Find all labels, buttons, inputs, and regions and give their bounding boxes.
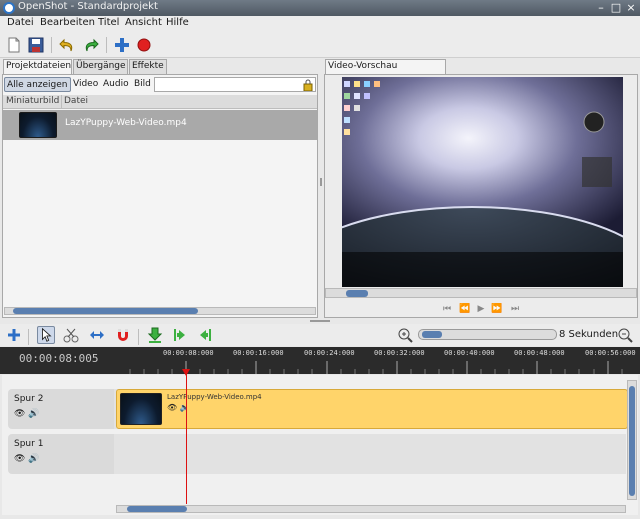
minimize-button[interactable]: – bbox=[594, 1, 608, 14]
filter-image-button[interactable]: Bild bbox=[132, 77, 153, 92]
resize-tool-icon[interactable] bbox=[88, 326, 106, 344]
track-lane-spur-1[interactable] bbox=[114, 434, 626, 474]
project-files-panel: Alle anzeigen Video Audio Bild Miniaturb… bbox=[2, 74, 318, 318]
scrollbar-thumb[interactable] bbox=[629, 386, 635, 496]
clip-thumbnail bbox=[120, 393, 162, 425]
zoom-slider-handle[interactable] bbox=[422, 331, 442, 338]
snapping-magnet-icon[interactable] bbox=[114, 326, 132, 344]
video-preview-panel: ⏮ ⏪ ▶ ⏩ ⏭ bbox=[324, 74, 638, 318]
track-name: Spur 2 bbox=[14, 394, 44, 404]
ruler-tick-label: 00:00:48:000 bbox=[514, 349, 565, 357]
toolbar-separator bbox=[28, 329, 29, 345]
file-list-item[interactable]: LazYPuppy-Web-Video.mp4 bbox=[3, 110, 317, 140]
zoom-slider[interactable] bbox=[418, 329, 557, 340]
tab-projektdateien[interactable]: Projektdateien bbox=[3, 59, 72, 74]
filter-bar: Alle anzeigen Video Audio Bild bbox=[3, 75, 317, 93]
ruler-tick-label: 00:00:16:000 bbox=[233, 349, 284, 357]
playhead-line[interactable] bbox=[186, 374, 187, 504]
fast-forward-icon[interactable]: ⏩ bbox=[491, 303, 503, 315]
ruler-tick-label: 00:00:24:000 bbox=[304, 349, 355, 357]
import-marker-icon[interactable] bbox=[146, 326, 164, 344]
track-controls: 👁 🔊 bbox=[14, 454, 40, 464]
preview-scrollbar[interactable] bbox=[325, 288, 637, 298]
zoom-level-label: 8 Sekunden bbox=[559, 329, 619, 340]
file-list-scrollbar[interactable] bbox=[4, 307, 316, 315]
track-controls: 👁 🔊 bbox=[14, 409, 40, 419]
filter-video-button[interactable]: Video bbox=[71, 77, 100, 92]
razor-tool-icon[interactable] bbox=[62, 326, 80, 344]
save-icon[interactable] bbox=[27, 36, 45, 54]
speaker-icon[interactable]: 🔊 bbox=[28, 409, 39, 419]
zoom-in-icon[interactable] bbox=[396, 326, 414, 344]
timeline-vertical-scrollbar[interactable] bbox=[627, 380, 637, 500]
file-thumbnail bbox=[19, 112, 57, 138]
maximize-button[interactable]: □ bbox=[609, 1, 623, 14]
menu-ansicht[interactable]: Ansicht bbox=[125, 17, 162, 28]
window-title: OpenShot - Standardprojekt bbox=[18, 1, 158, 12]
track-name: Spur 1 bbox=[14, 439, 44, 449]
splitter-handle[interactable] bbox=[310, 320, 330, 322]
scrollbar-thumb[interactable] bbox=[127, 506, 187, 512]
add-track-icon[interactable] bbox=[5, 326, 23, 344]
toolbar-separator bbox=[51, 37, 52, 53]
redo-icon[interactable] bbox=[82, 36, 100, 54]
clear-search-icon[interactable] bbox=[303, 79, 313, 91]
column-thumbnail[interactable]: Miniaturbild bbox=[6, 96, 59, 106]
toolbar-separator bbox=[106, 37, 107, 53]
select-tool-icon[interactable] bbox=[37, 326, 55, 344]
filter-audio-button[interactable]: Audio bbox=[101, 77, 131, 92]
column-file[interactable]: Datei bbox=[64, 96, 88, 106]
record-icon[interactable] bbox=[135, 36, 153, 54]
menu-hilfe[interactable]: Hilfe bbox=[166, 17, 189, 28]
openshot-app-icon[interactable] bbox=[3, 2, 15, 14]
next-marker-icon[interactable] bbox=[196, 326, 214, 344]
preview-scrubber[interactable] bbox=[346, 290, 368, 297]
search-input[interactable] bbox=[154, 77, 316, 92]
new-file-icon[interactable] bbox=[5, 36, 23, 54]
file-list-header: Miniaturbild Datei bbox=[3, 95, 317, 109]
jump-start-icon[interactable]: ⏮ bbox=[441, 303, 453, 315]
menu-titel[interactable]: Titel bbox=[98, 17, 119, 28]
visibility-eye-icon[interactable]: 👁 bbox=[167, 403, 177, 412]
track-header-spur-1[interactable]: Spur 1 👁 🔊 bbox=[8, 434, 114, 474]
tab-uebergaenge[interactable]: Übergänge bbox=[73, 59, 128, 74]
ruler-tick-label: 00:00:40:000 bbox=[444, 349, 495, 357]
toolbar-separator bbox=[138, 329, 139, 345]
timeline-clip[interactable]: LazYPuppy-Web-Video.mp4 👁 🔈 bbox=[116, 389, 628, 429]
file-name: LazYPuppy-Web-Video.mp4 bbox=[65, 118, 187, 128]
filter-all-button[interactable]: Alle anzeigen bbox=[4, 77, 71, 92]
ruler-tick-label: 00:00:32:000 bbox=[374, 349, 425, 357]
close-button[interactable]: × bbox=[624, 1, 638, 14]
track-header-spur-2[interactable]: Spur 2 👁 🔊 bbox=[8, 389, 114, 429]
main-toolbar bbox=[0, 32, 640, 58]
zoom-out-icon[interactable] bbox=[616, 326, 634, 344]
menu-datei[interactable]: Datei bbox=[7, 17, 34, 28]
video-frame-image bbox=[342, 77, 623, 287]
ruler-tick-label: 00:00:56:000 bbox=[585, 349, 636, 357]
speaker-icon[interactable]: 🔈 bbox=[180, 403, 190, 412]
previous-marker-icon[interactable] bbox=[171, 326, 189, 344]
splitter-handle[interactable] bbox=[320, 178, 322, 186]
visibility-eye-icon[interactable]: 👁 bbox=[14, 454, 25, 464]
scrollbar-thumb[interactable] bbox=[13, 308, 198, 314]
rewind-icon[interactable]: ⏪ bbox=[459, 303, 471, 315]
tab-video-preview[interactable]: Video-Vorschau (Pausiert) bbox=[325, 59, 446, 84]
column-divider bbox=[61, 95, 62, 109]
add-icon[interactable] bbox=[113, 36, 131, 54]
current-timecode: 00:00:08:005 bbox=[19, 352, 99, 365]
undo-icon[interactable] bbox=[58, 36, 76, 54]
video-frame bbox=[342, 77, 623, 287]
menu-bar: Datei Bearbeiten Titel Ansicht Hilfe bbox=[0, 16, 640, 32]
timeline-horizontal-scrollbar[interactable] bbox=[116, 505, 626, 513]
ruler-tick-label: 00:00:08:000 bbox=[163, 349, 214, 357]
speaker-icon[interactable]: 🔊 bbox=[28, 454, 39, 464]
title-bar: OpenShot - Standardprojekt – □ × bbox=[0, 0, 640, 16]
clip-name: LazYPuppy-Web-Video.mp4 bbox=[167, 393, 262, 401]
visibility-eye-icon[interactable]: 👁 bbox=[14, 409, 25, 419]
jump-end-icon[interactable]: ⏭ bbox=[509, 303, 521, 315]
tab-effekte[interactable]: Effekte bbox=[129, 59, 167, 74]
play-icon[interactable]: ▶ bbox=[475, 303, 487, 315]
menu-bearbeiten[interactable]: Bearbeiten bbox=[40, 17, 95, 28]
